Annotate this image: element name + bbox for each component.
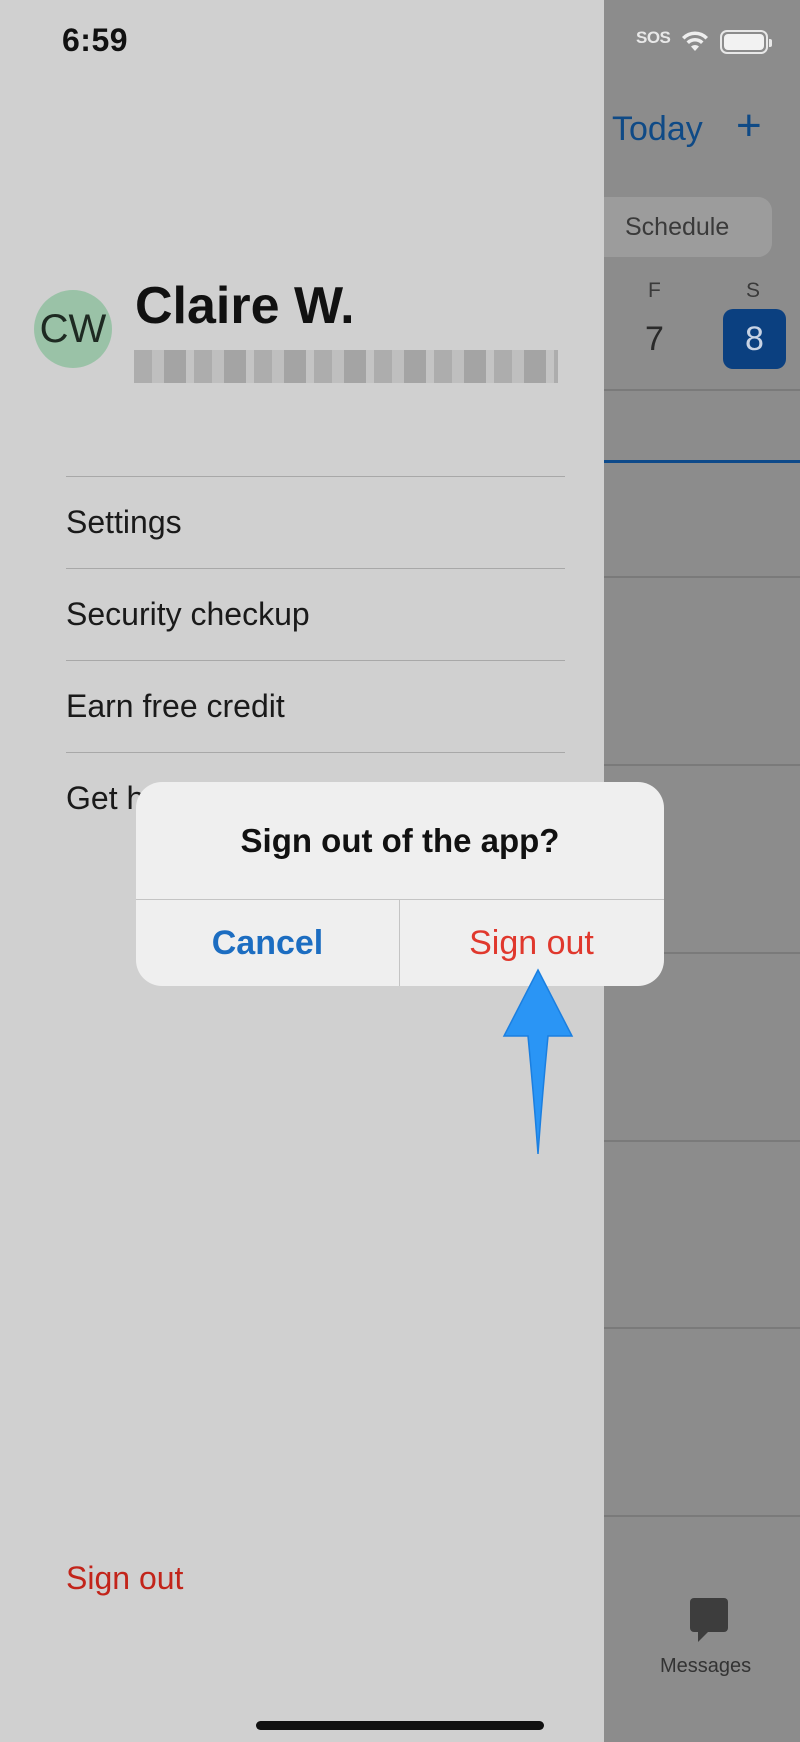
avatar[interactable]: CW <box>34 290 112 368</box>
annotation-arrow-icon <box>502 968 574 1155</box>
day-number-friday[interactable]: 7 <box>645 320 664 359</box>
menu-item-earn-free-credit[interactable]: Earn free credit <box>66 688 285 725</box>
add-icon[interactable]: + <box>736 104 762 148</box>
day-selected-saturday[interactable]: 8 <box>723 309 786 369</box>
dialog-title: Sign out of the app? <box>240 822 560 859</box>
sos-indicator: SOS <box>636 28 671 47</box>
divider <box>604 389 800 391</box>
avatar-initials: CW <box>39 306 107 351</box>
schedule-segment-label: Schedule <box>625 213 730 241</box>
menu-divider <box>66 660 565 661</box>
day-letter-friday: F <box>648 279 661 302</box>
messages-tab-label[interactable]: Messages <box>660 1655 751 1678</box>
divider <box>604 764 800 766</box>
messages-icon[interactable] <box>690 1598 728 1642</box>
menu-divider <box>66 568 565 569</box>
cancel-button[interactable]: Cancel <box>136 900 399 986</box>
menu-item-security-checkup[interactable]: Security checkup <box>66 596 310 633</box>
current-time-line <box>604 460 800 463</box>
divider <box>604 576 800 578</box>
schedule-segment[interactable]: Schedule <box>590 197 772 257</box>
menu-item-settings[interactable]: Settings <box>66 504 182 541</box>
home-indicator <box>256 1721 544 1730</box>
menu-divider <box>66 752 565 753</box>
battery-icon <box>720 30 772 54</box>
sign-out-alert-dialog: Sign out of the app? Cancel Sign out <box>136 782 664 986</box>
today-button[interactable]: Today <box>612 110 703 149</box>
status-time: 6:59 <box>62 22 129 58</box>
day-letter-saturday: S <box>746 279 761 302</box>
divider <box>604 1140 800 1142</box>
blurred-email <box>134 350 558 383</box>
drawer-sign-out-button[interactable]: Sign out <box>66 1560 183 1597</box>
menu-item-get-help[interactable]: Get h <box>66 780 144 817</box>
divider <box>604 1515 800 1517</box>
menu-divider <box>66 476 565 477</box>
wifi-icon <box>682 31 708 51</box>
profile-name: Claire W. <box>135 277 355 335</box>
divider <box>604 1327 800 1329</box>
day-number-saturday: 8 <box>745 320 764 358</box>
